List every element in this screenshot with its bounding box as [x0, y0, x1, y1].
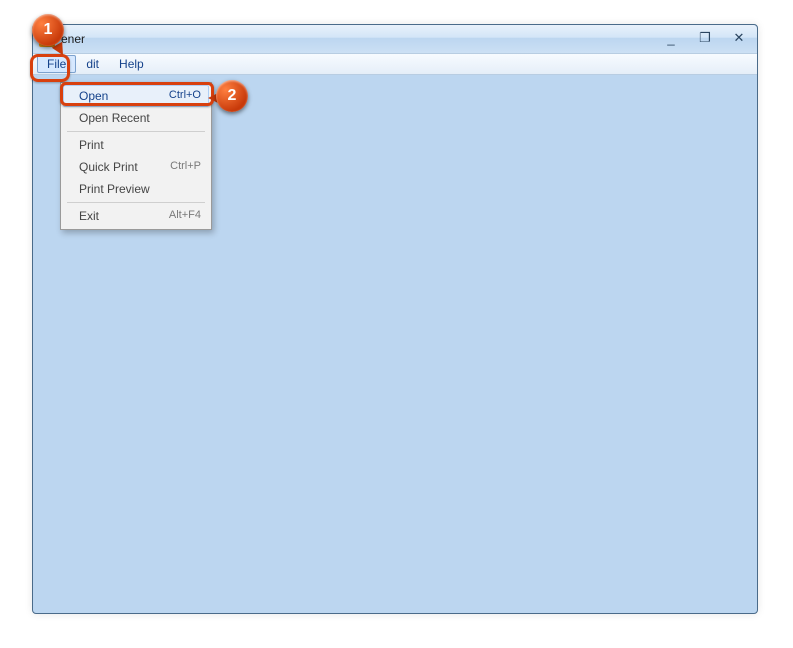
- close-icon: ✕: [734, 30, 745, 46]
- menu-edit[interactable]: dit: [76, 55, 109, 73]
- menu-item-label: Exit: [79, 209, 99, 223]
- menu-item-print-preview[interactable]: Print Preview: [63, 178, 209, 200]
- menu-item-exit[interactable]: Exit Alt+F4: [63, 205, 209, 227]
- menu-help[interactable]: Help: [109, 55, 154, 73]
- menu-item-shortcut: Ctrl+P: [170, 160, 201, 174]
- callout-number: 2: [228, 87, 237, 105]
- menu-item-print[interactable]: Print: [63, 134, 209, 156]
- menubar: File dit Help: [33, 53, 757, 75]
- menu-item-quick-print[interactable]: Quick Print Ctrl+P: [63, 156, 209, 178]
- window-controls: _ ❐ ✕: [659, 29, 751, 47]
- window-title: ener: [61, 32, 85, 46]
- callout-badge-1: 1: [32, 14, 64, 46]
- maximize-icon: ❐: [699, 30, 711, 46]
- minimize-button[interactable]: _: [659, 29, 683, 47]
- minimize-icon: _: [667, 31, 674, 46]
- menu-separator: [67, 202, 205, 203]
- highlight-ring-file: [30, 54, 70, 82]
- menu-item-label: Print: [79, 138, 104, 152]
- menu-item-shortcut: Alt+F4: [169, 209, 201, 223]
- maximize-button[interactable]: ❐: [693, 29, 717, 47]
- highlight-ring-open: [60, 82, 214, 106]
- callout-badge-2: 2: [216, 80, 248, 112]
- menu-item-open-recent[interactable]: Open Recent: [63, 107, 209, 129]
- callout-number: 1: [44, 21, 53, 39]
- titlebar[interactable]: ener _ ❐ ✕: [33, 25, 757, 53]
- menu-separator: [67, 131, 205, 132]
- menu-item-label: Quick Print: [79, 160, 138, 174]
- menu-item-label: Open Recent: [79, 111, 150, 125]
- menu-item-label: Print Preview: [79, 182, 150, 196]
- close-button[interactable]: ✕: [727, 29, 751, 47]
